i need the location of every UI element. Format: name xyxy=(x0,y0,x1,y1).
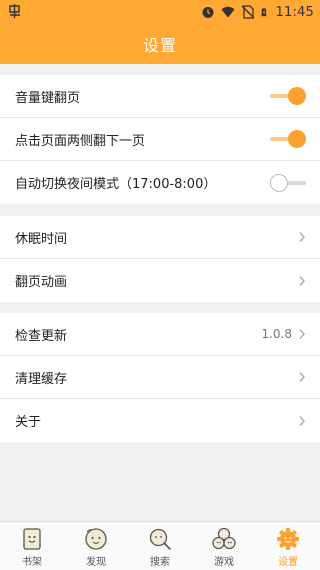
nav-label: 游戏 xyxy=(214,557,234,568)
nav-item-discover[interactable]: 发现 xyxy=(64,522,128,570)
nav-item-bookshelf[interactable]: 书架 xyxy=(0,522,64,570)
setting-row-check-update[interactable]: 检查更新 1.0.8 xyxy=(0,313,320,356)
setting-label: 点击页面两侧翻下一页 xyxy=(15,133,146,149)
setting-row-tap-sides-next-page[interactable]: 点击页面两侧翻下一页 xyxy=(0,118,320,161)
setting-row-clear-cache[interactable]: 清理缓存 xyxy=(0,356,320,399)
setting-row-page-animation[interactable]: 翻页动画 xyxy=(0,259,320,302)
nav-label: 搜索 xyxy=(150,557,170,568)
status-bar: 11:45 xyxy=(0,0,320,24)
display-settings-group: 休眠时间 翻页动画 xyxy=(0,216,320,302)
chevron-right-icon xyxy=(299,372,305,382)
setting-row-sleep-time[interactable]: 休眠时间 xyxy=(0,216,320,259)
nav-label: 发现 xyxy=(86,557,106,568)
auto-night-mode-toggle[interactable] xyxy=(270,173,306,193)
game-icon xyxy=(212,527,236,550)
app-settings-group: 检查更新 1.0.8 清理缓存 关于 xyxy=(0,313,320,442)
setting-row-about[interactable]: 关于 xyxy=(0,399,320,442)
search-icon xyxy=(149,528,171,550)
battery-icon xyxy=(261,7,266,17)
nav-label: 设置 xyxy=(278,557,298,568)
setting-row-auto-night-mode[interactable]: 自动切换夜间模式（17:00-8:00） xyxy=(0,161,320,204)
chevron-right-icon xyxy=(299,329,305,339)
chevron-right-icon xyxy=(299,415,305,426)
bottom-nav: 书架 发现 搜索 游戏 设置 xyxy=(0,521,320,570)
chevron-right-icon xyxy=(299,232,305,242)
tap-sides-toggle[interactable] xyxy=(270,129,306,149)
nav-item-search[interactable]: 搜索 xyxy=(128,522,192,570)
setting-label: 检查更新 xyxy=(15,328,68,344)
bookshelf-icon xyxy=(23,528,41,550)
setting-label: 翻页动画 xyxy=(15,275,68,290)
volume-key-toggle[interactable] xyxy=(270,86,306,106)
discover-icon xyxy=(85,528,107,550)
setting-label: 休眠时间 xyxy=(15,231,68,247)
settings-gear-icon xyxy=(277,528,299,550)
header-bar: 设置 xyxy=(0,24,320,64)
nav-item-game[interactable]: 游戏 xyxy=(192,522,256,570)
nav-label: 书架 xyxy=(22,557,42,568)
version-value: 1.0.8 xyxy=(261,327,292,341)
setting-label: 音量键翻页 xyxy=(15,90,81,106)
wifi-icon xyxy=(221,6,235,18)
setting-label: 关于 xyxy=(15,415,42,430)
nav-item-settings[interactable]: 设置 xyxy=(256,522,320,570)
page-title: 设置 xyxy=(142,36,177,55)
setting-row-volume-key-page-turn[interactable]: 音量键翻页 xyxy=(0,75,320,118)
reading-settings-group: 音量键翻页 点击页面两侧翻下一页 自动切换夜间模式（17:00-8:00） xyxy=(0,75,320,204)
setting-label: 清理缓存 xyxy=(15,371,68,387)
app-icon xyxy=(9,4,20,18)
no-sim-icon xyxy=(241,5,254,19)
chevron-right-icon xyxy=(299,275,305,286)
setting-label: 自动切换夜间模式（17:00-8:00） xyxy=(15,177,217,192)
status-time: 11:45 xyxy=(275,4,314,20)
alarm-icon xyxy=(202,7,214,18)
